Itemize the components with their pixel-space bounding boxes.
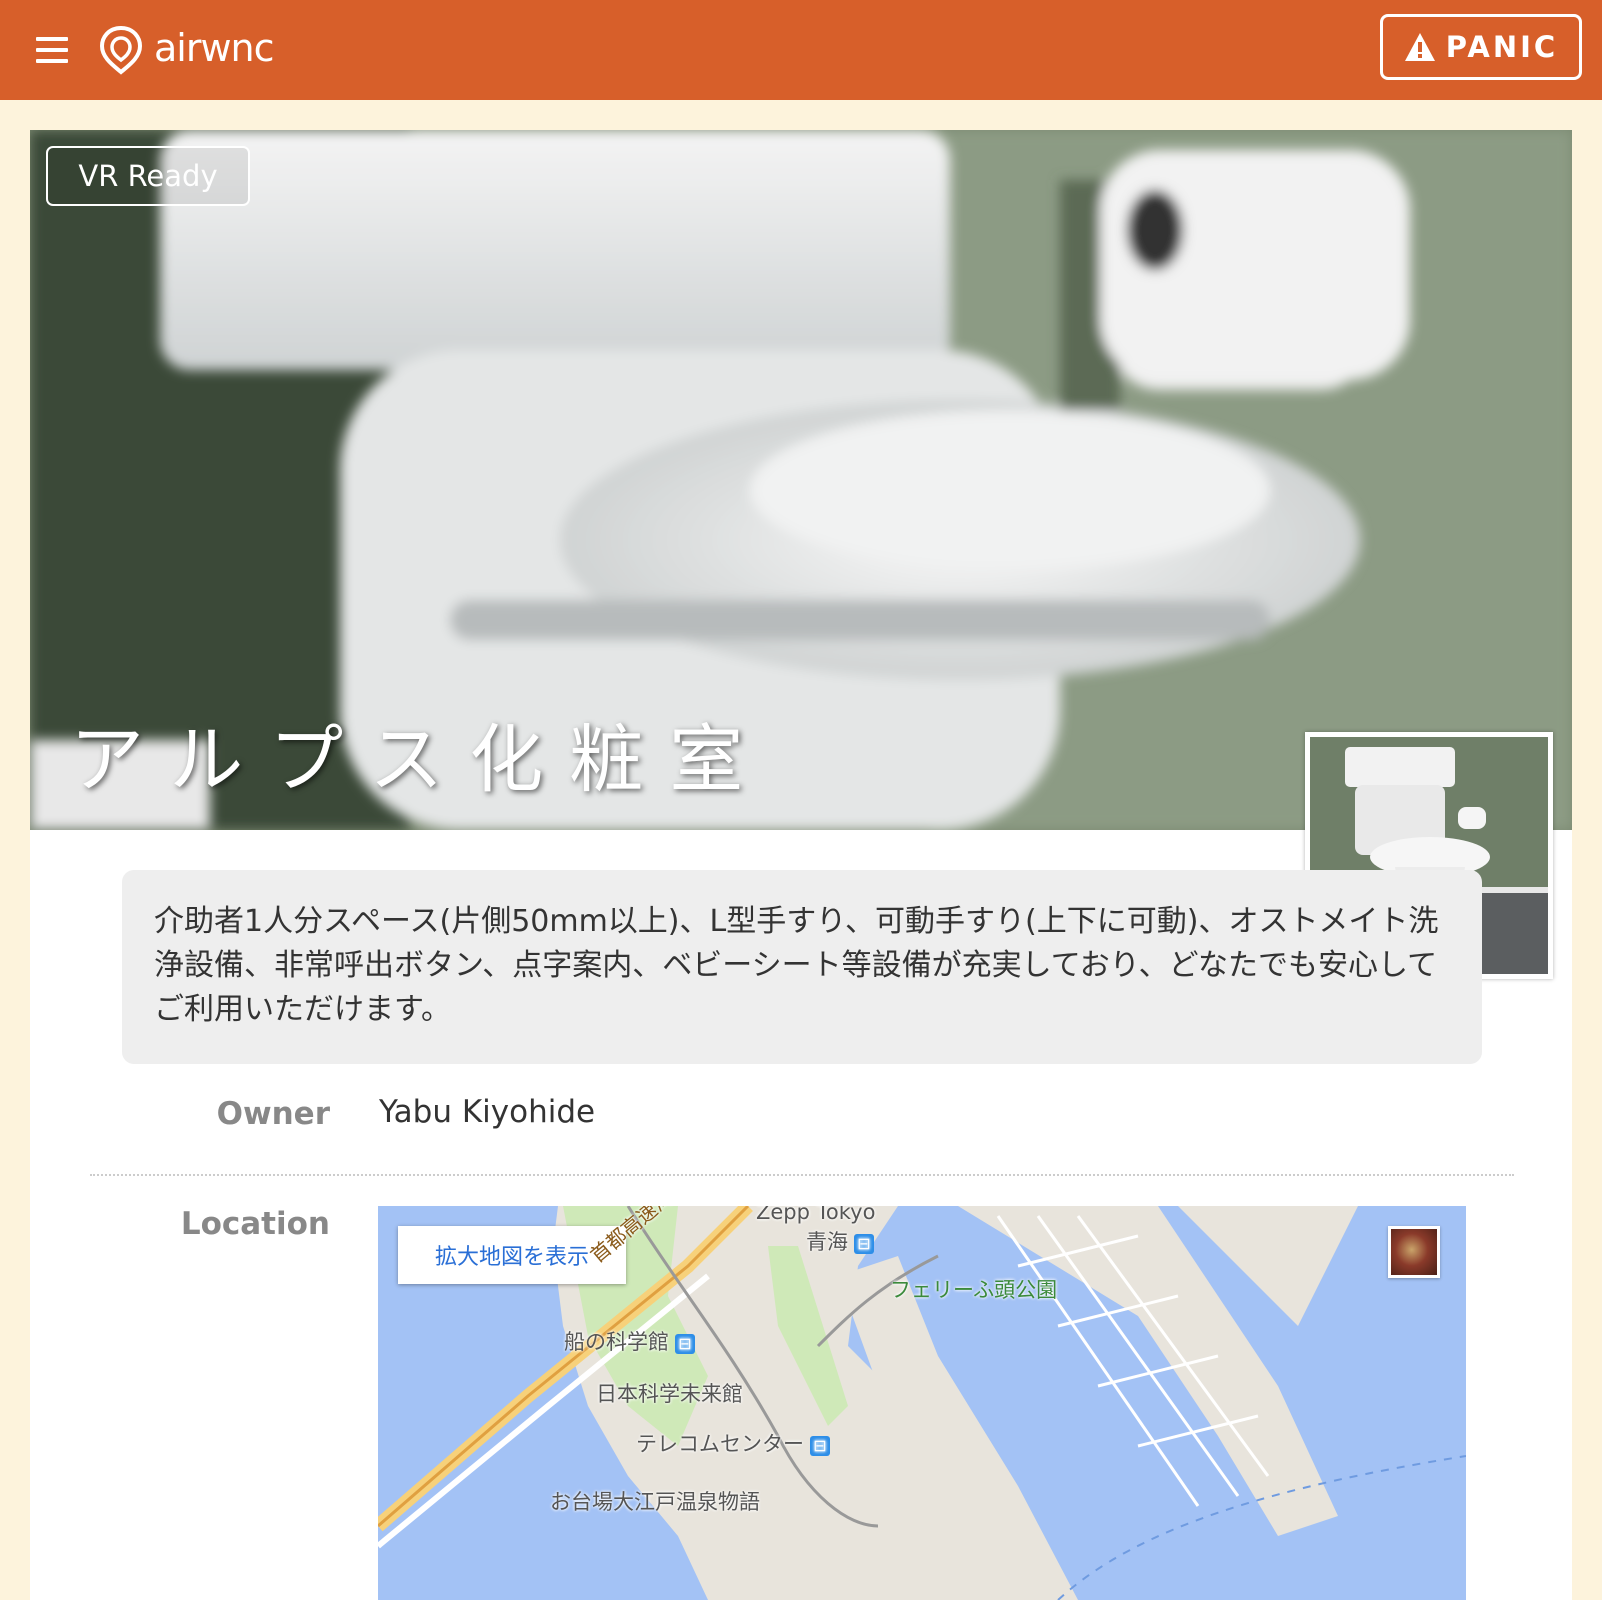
vr-ready-badge: VR Ready bbox=[46, 146, 250, 206]
owner-label: Owner bbox=[216, 1096, 330, 1132]
panic-button[interactable]: PANIC bbox=[1380, 14, 1582, 80]
listing-card: VR Ready アルプス化粧室 介助者1人分スペース(片側50mm以上)、L型… bbox=[30, 130, 1572, 1600]
map-label-museum: 日本科学未来館 bbox=[596, 1382, 743, 1406]
location-label: Location bbox=[180, 1206, 330, 1242]
location-map[interactable]: 拡大地図を表示 Zepp Tokyo 青海 フェリーふ頭公園 船の科学館 日本科… bbox=[378, 1206, 1466, 1600]
map-user-avatar[interactable] bbox=[1388, 1226, 1440, 1278]
map-label-venue: Zepp Tokyo bbox=[756, 1206, 876, 1224]
map-label-park: フェリーふ頭公園 bbox=[890, 1278, 1058, 1302]
top-nav-bar: airwnc PANIC bbox=[0, 0, 1602, 100]
owner-value: Yabu Kiyohide bbox=[379, 1094, 596, 1130]
divider bbox=[90, 1174, 1514, 1176]
airwnc-logo-icon bbox=[99, 25, 143, 75]
warning-triangle-icon bbox=[1404, 33, 1435, 61]
hero-photo: VR Ready アルプス化粧室 bbox=[30, 130, 1572, 830]
hamburger-menu-icon[interactable] bbox=[36, 35, 68, 65]
map-label-hotel: お台場大江戸温泉物語 bbox=[550, 1490, 760, 1514]
panic-label: PANIC bbox=[1445, 30, 1559, 64]
listing-description: 介助者1人分スペース(片側50mm以上)、L型手すり、可動手すり(上下に可動)、… bbox=[122, 870, 1482, 1064]
map-label-station: 船の科学館 bbox=[564, 1326, 695, 1356]
map-label-station: テレコムセンター bbox=[636, 1428, 830, 1458]
logo-text[interactable]: airwnc bbox=[154, 22, 275, 74]
map-label-station: 青海 bbox=[806, 1226, 874, 1256]
listing-title: アルプス化粧室 bbox=[70, 717, 770, 803]
